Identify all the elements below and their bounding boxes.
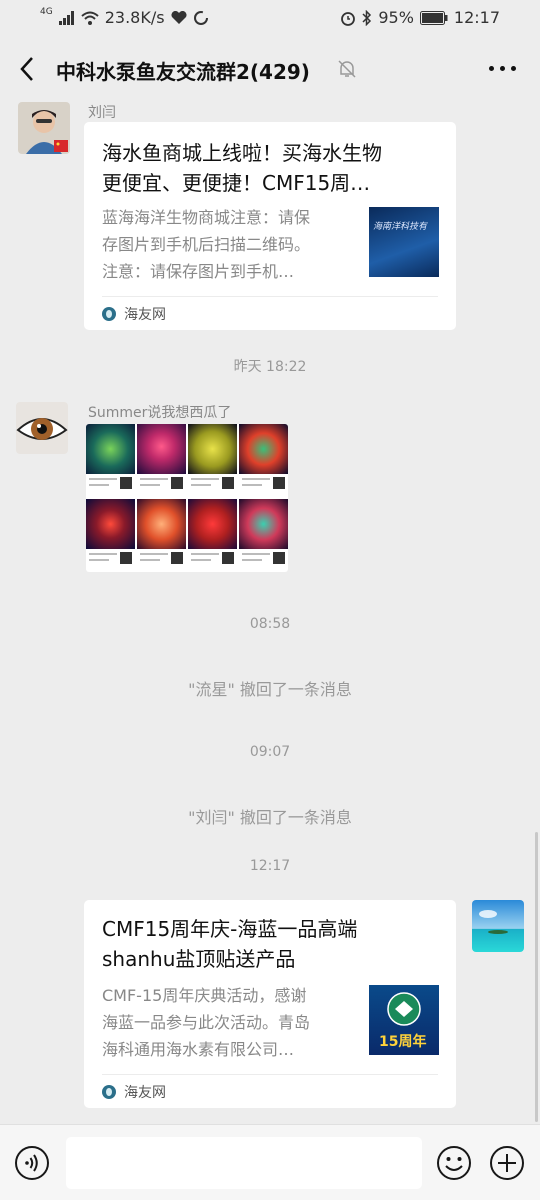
coral-image-tile xyxy=(188,424,237,498)
card-title-line: shanhu盐顶贴送产品 xyxy=(102,947,296,971)
alarm-icon xyxy=(341,11,356,26)
source-name: 海友网 xyxy=(124,1085,166,1101)
timestamp: 08:58 xyxy=(249,616,291,632)
recall-notice: "流星" 撤回了一条消息 xyxy=(188,680,352,699)
card-description-line: 存图片到手机后扫描二维码。 xyxy=(102,235,311,254)
card-description-line: 蓝海海洋生物商城注意：请保 xyxy=(102,208,311,227)
source-name: 海友网 xyxy=(124,307,166,323)
voice-input-icon[interactable] xyxy=(14,1145,50,1181)
card-title-line: 更便宜、更便捷！CMF15周… xyxy=(102,171,371,195)
scrollbar[interactable] xyxy=(535,832,538,1122)
chat-title: 中科水泵鱼友交流群2(429) xyxy=(56,60,310,84)
signal-icon xyxy=(58,10,74,25)
message-input[interactable] xyxy=(66,1137,422,1189)
avatar[interactable] xyxy=(18,102,70,154)
status-bar: 4G 23.8K/s 95% 12:17 xyxy=(0,0,540,36)
avatar[interactable] xyxy=(16,402,68,454)
card-description-line: 海科通用海水素有限公司… xyxy=(102,1040,295,1059)
card-thumbnail: 15周年 xyxy=(369,985,439,1055)
wifi-icon xyxy=(81,11,99,25)
timestamp: 09:07 xyxy=(249,744,291,760)
heart-monitor-icon xyxy=(171,10,187,24)
plus-icon[interactable] xyxy=(489,1145,525,1181)
card-description-line: 海蓝一品参与此次活动。青岛 xyxy=(102,1013,311,1032)
timestamp: 12:17 xyxy=(249,858,291,874)
back-arrow-icon[interactable] xyxy=(14,54,42,84)
battery-percent: 95% xyxy=(378,8,414,27)
link-card[interactable]: 海水鱼商城上线啦！买海水生物 更便宜、更便捷！CMF15周… 蓝海海洋生物商城注… xyxy=(84,122,456,330)
coral-image-tile xyxy=(239,424,288,498)
divider xyxy=(102,1074,438,1075)
chat-header: 中科水泵鱼友交流群2(429) xyxy=(0,36,540,102)
card-source: 海友网 xyxy=(102,1082,166,1102)
timestamp: 昨天 18:22 xyxy=(233,359,307,375)
recall-notice: "刘闫" 撤回了一条消息 xyxy=(188,808,352,827)
card-title-line: 海水鱼商城上线啦！买海水生物 xyxy=(102,141,382,165)
coral-image-tile xyxy=(86,499,135,572)
coral-image-tile xyxy=(137,424,186,498)
card-source: 海友网 xyxy=(102,304,166,324)
network-speed: 23.8K/s xyxy=(104,8,165,27)
more-options-icon[interactable] xyxy=(489,66,516,71)
card-thumbnail: 海南洋科技有 xyxy=(369,207,439,277)
sender-name: Summer说我想西瓜了 xyxy=(88,405,232,421)
coral-image-tile xyxy=(86,424,135,498)
message-list[interactable]: 刘闫 海水鱼商城上线啦！买海水生物 更便宜、更便捷！CMF15周… 蓝海海洋生物… xyxy=(0,102,540,1124)
coral-image-tile xyxy=(188,499,237,572)
card-description-line: CMF-15周年庆典活动，感谢 xyxy=(102,986,307,1005)
battery-icon xyxy=(419,10,448,25)
source-logo-icon xyxy=(102,1085,116,1099)
network-type: 4G xyxy=(40,6,53,17)
thumbnail-caption: 海南洋科技有 xyxy=(373,222,428,232)
card-title-line: CMF15周年庆-海蓝一品高端 xyxy=(102,917,358,941)
link-card[interactable]: CMF15周年庆-海蓝一品高端 shanhu盐顶贴送产品 CMF-15周年庆典活… xyxy=(84,900,456,1108)
card-description-line: 注意：请保存图片到手机… xyxy=(102,262,295,281)
coral-image-tile xyxy=(137,499,186,572)
sync-icon xyxy=(193,10,208,25)
mute-bell-icon xyxy=(338,60,356,78)
source-logo-icon xyxy=(102,307,116,321)
input-bar xyxy=(0,1124,540,1200)
bluetooth-icon xyxy=(362,9,372,26)
thumbnail-caption: 15周年 xyxy=(379,1034,427,1050)
avatar[interactable] xyxy=(472,900,524,952)
coral-image-tile xyxy=(239,499,288,572)
divider xyxy=(102,296,438,297)
sender-name: 刘闫 xyxy=(88,105,116,121)
image-message[interactable] xyxy=(86,424,288,572)
emoji-icon[interactable] xyxy=(436,1145,472,1181)
clock: 12:17 xyxy=(453,8,500,27)
